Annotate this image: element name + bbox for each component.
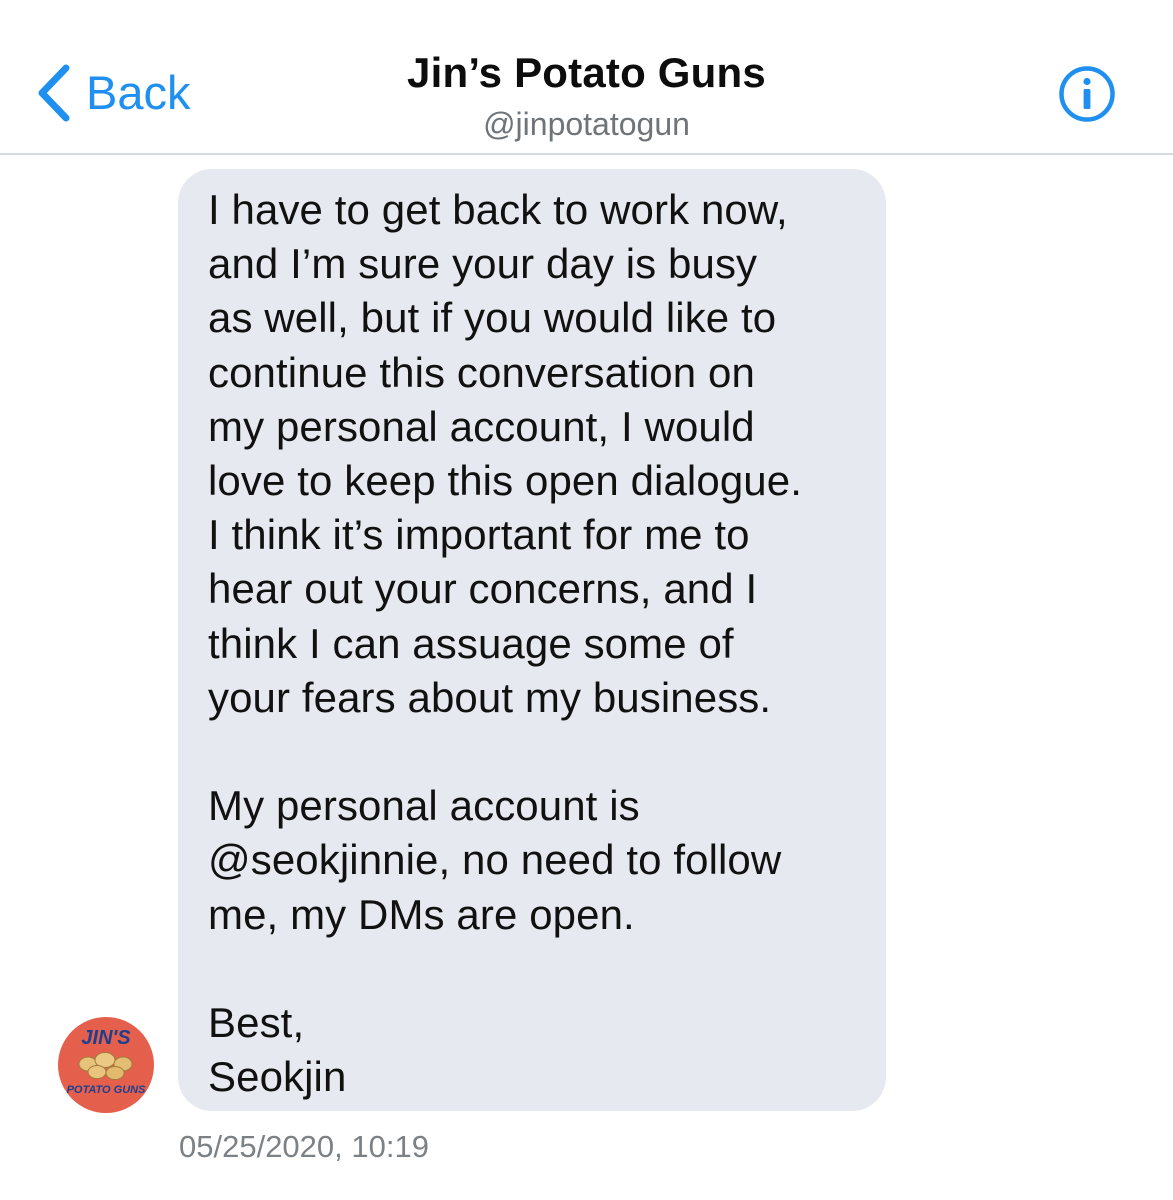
info-circle-icon [1059,66,1115,122]
svg-text:JIN'S: JIN'S [81,1027,131,1049]
message-timestamp: 05/25/2020, 10:19 [179,1129,429,1164]
conversation-header: Back Jin’s Potato Guns @jinpotatogun [0,0,1173,155]
info-button[interactable] [1058,65,1116,123]
conversation-title-block: Jin’s Potato Guns @jinpotatogun [0,46,1173,146]
svg-text:POTATO GUNS: POTATO GUNS [67,1084,147,1096]
potato-guns-logo: JIN'S POTATO GUNS [67,1027,147,1096]
message-bubble[interactable]: I have to get back to work now, and I’m … [178,169,886,1111]
avatar[interactable]: JIN'S POTATO GUNS [58,1017,154,1113]
message-text: I have to get back to work now, and I’m … [208,186,802,1101]
account-handle: @jinpotatogun [483,106,690,142]
page-title: Jin’s Potato Guns [407,49,766,96]
